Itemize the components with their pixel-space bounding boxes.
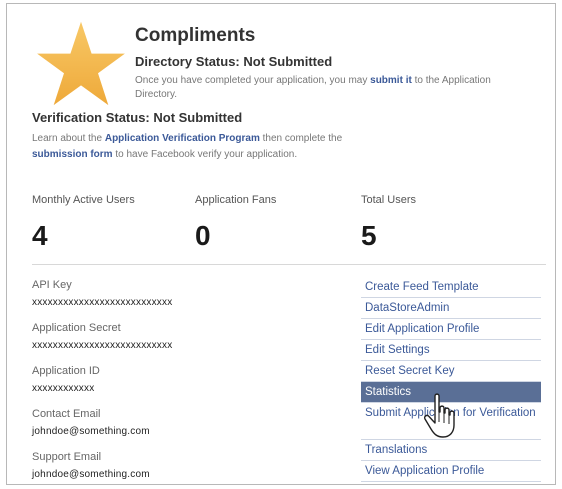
application-id-label: Application ID [32, 365, 100, 377]
application-fans-label: Application Fans [195, 194, 277, 206]
support-email-value: johndoe@something.com [32, 469, 150, 480]
total-users-value: 5 [361, 220, 377, 251]
app-title: Compliments [135, 25, 256, 46]
contact-email-label: Contact Email [32, 408, 101, 420]
reset-secret-key-link[interactable]: Reset Secret Key [361, 361, 541, 382]
api-key-label: API Key [32, 279, 72, 291]
view-application-profile-link[interactable]: View Application Profile [361, 461, 541, 482]
monthly-active-users-label: Monthly Active Users [32, 194, 135, 206]
application-secret-value: xxxxxxxxxxxxxxxxxxxxxxxxxxx [32, 340, 173, 351]
api-key-value: xxxxxxxxxxxxxxxxxxxxxxxxxxx [32, 297, 173, 308]
create-feed-template-link[interactable]: Create Feed Template [361, 277, 541, 298]
verification-description: Learn about the Application Verification… [32, 133, 343, 160]
star-icon [37, 21, 125, 106]
application-actions-list: Create Feed Template DataStoreAdmin Edit… [361, 277, 541, 482]
contact-email-value: johndoe@something.com [32, 426, 150, 437]
application-id-value: xxxxxxxxxxxx [32, 383, 95, 394]
submission-form-link[interactable]: submission form [32, 149, 113, 160]
verification-status: Verification Status: Not Submitted [32, 110, 243, 125]
datastoreadmin-link[interactable]: DataStoreAdmin [361, 298, 541, 319]
application-fans-value: 0 [195, 220, 211, 251]
verification-program-link[interactable]: Application Verification Program [105, 133, 260, 144]
support-email-label: Support Email [32, 451, 102, 463]
section-divider [32, 264, 546, 265]
total-users-label: Total Users [361, 194, 417, 206]
translations-link[interactable]: Translations [361, 440, 541, 461]
edit-settings-link[interactable]: Edit Settings [361, 340, 541, 361]
directory-description: Once you have completed your application… [135, 75, 491, 100]
submit-application-for-verification-link[interactable]: Submit Application for Verification [361, 403, 541, 440]
submit-it-link[interactable]: submit it [370, 75, 412, 86]
monthly-active-users-value: 4 [32, 220, 48, 251]
application-secret-label: Application Secret [32, 322, 121, 334]
edit-application-profile-link[interactable]: Edit Application Profile [361, 319, 541, 340]
statistics-link[interactable]: Statistics [361, 382, 541, 403]
directory-status: Directory Status: Not Submitted [135, 54, 333, 69]
